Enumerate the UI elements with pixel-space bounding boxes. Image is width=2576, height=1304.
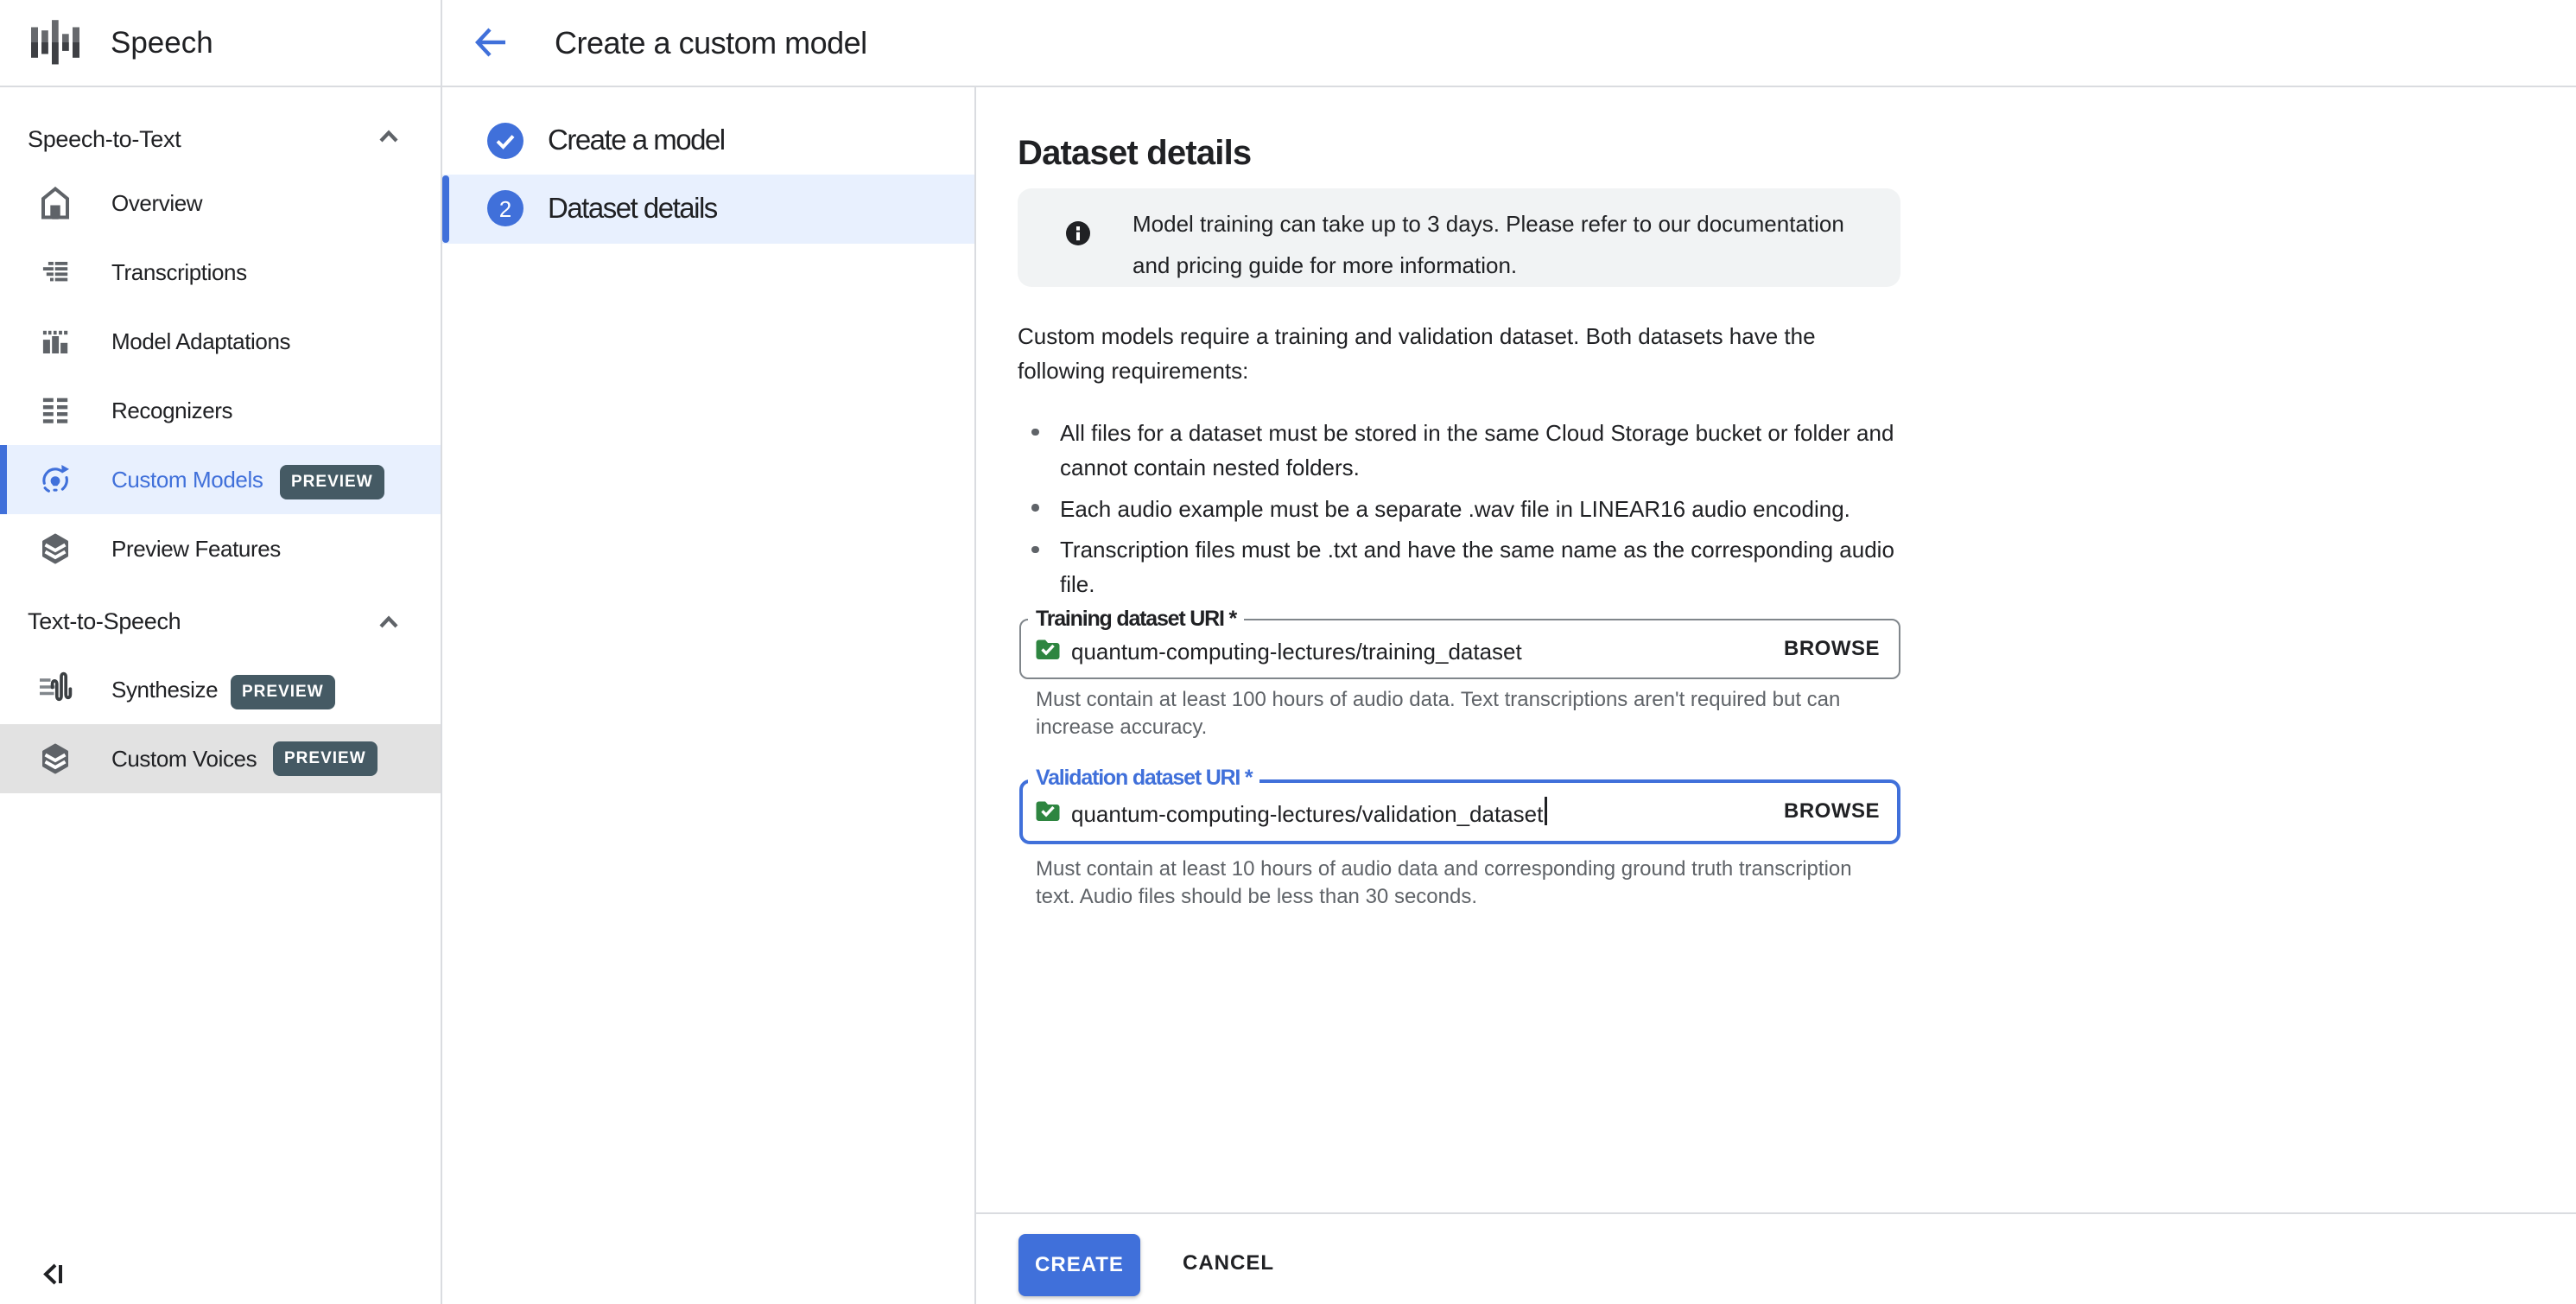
svg-text:2: 2 — [499, 196, 511, 222]
